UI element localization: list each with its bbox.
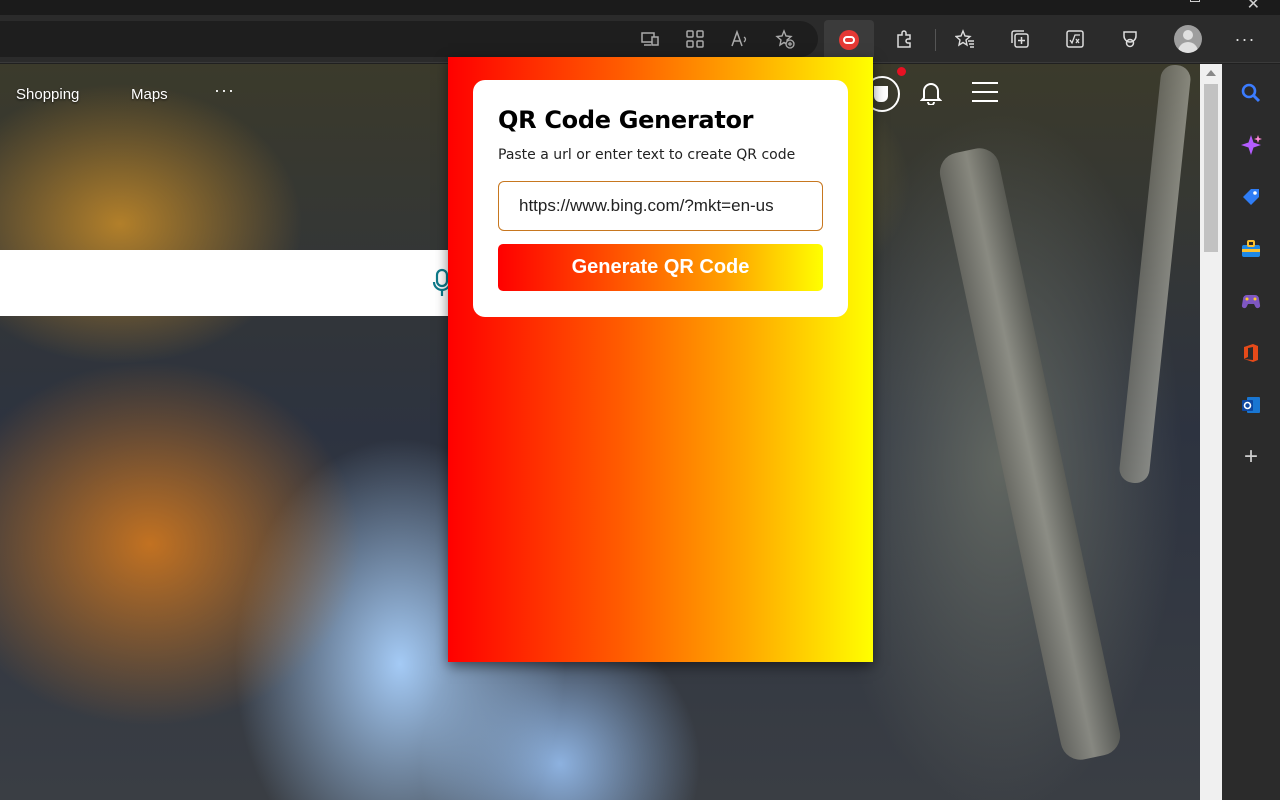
scroll-up-arrow-icon[interactable] bbox=[1206, 70, 1216, 76]
url-text-input[interactable] bbox=[498, 181, 823, 231]
qr-generator-card: QR Code Generator Paste a url or enter t… bbox=[473, 80, 848, 317]
office-icon[interactable] bbox=[1239, 341, 1263, 365]
profile-avatar-icon[interactable] bbox=[1174, 25, 1202, 53]
qr-extension-popup: QR Code Generator Paste a url or enter t… bbox=[448, 57, 873, 662]
close-window-icon[interactable]: ✕ bbox=[1247, 0, 1260, 14]
favorites-icon[interactable] bbox=[951, 25, 979, 53]
nav-link-maps[interactable]: Maps bbox=[131, 86, 168, 103]
hamburger-menu-icon[interactable] bbox=[972, 82, 998, 102]
window-title-bar: ✕ bbox=[0, 0, 1280, 15]
browser-essentials-icon[interactable] bbox=[1116, 25, 1144, 53]
collections-icon[interactable] bbox=[1006, 25, 1034, 53]
background-image bbox=[936, 144, 1124, 764]
more-options-icon[interactable]: ··· bbox=[1233, 25, 1257, 53]
shopping-tag-icon[interactable] bbox=[1239, 185, 1263, 209]
restore-window-icon[interactable] bbox=[1190, 0, 1200, 2]
background-image-detail bbox=[1118, 64, 1192, 485]
notifications-bell-icon[interactable] bbox=[919, 81, 943, 110]
qr-extension-button[interactable] bbox=[824, 20, 874, 60]
extensions-icon[interactable] bbox=[890, 25, 918, 53]
edge-sidebar: + bbox=[1222, 64, 1280, 800]
bing-search-box[interactable] bbox=[0, 250, 460, 316]
add-icon[interactable]: + bbox=[1239, 445, 1263, 469]
apps-grid-icon[interactable] bbox=[681, 25, 709, 53]
games-icon[interactable] bbox=[1239, 289, 1263, 313]
app-available-icon[interactable] bbox=[636, 25, 664, 53]
tools-icon[interactable] bbox=[1239, 237, 1263, 261]
popup-subtitle: Paste a url or enter text to create QR c… bbox=[498, 147, 796, 163]
add-favorite-icon[interactable] bbox=[771, 25, 799, 53]
browser-toolbar: ··· bbox=[0, 15, 1280, 63]
math-solver-icon[interactable] bbox=[1061, 25, 1089, 53]
read-aloud-icon[interactable] bbox=[726, 25, 754, 53]
scrollbar-thumb[interactable] bbox=[1204, 84, 1218, 252]
qr-extension-icon bbox=[839, 30, 859, 50]
nav-link-shopping[interactable]: Shopping bbox=[16, 86, 79, 103]
popup-title: QR Code Generator bbox=[498, 106, 754, 134]
toolbar-divider bbox=[935, 29, 936, 51]
page-scrollbar[interactable] bbox=[1200, 64, 1222, 800]
rewards-notification-dot bbox=[897, 67, 906, 76]
generate-qr-button[interactable]: Generate QR Code bbox=[498, 244, 823, 291]
search-icon[interactable] bbox=[1239, 81, 1263, 105]
outlook-icon[interactable] bbox=[1239, 393, 1263, 417]
nav-more-icon[interactable]: ··· bbox=[214, 80, 235, 101]
copilot-icon[interactable] bbox=[1239, 133, 1263, 157]
